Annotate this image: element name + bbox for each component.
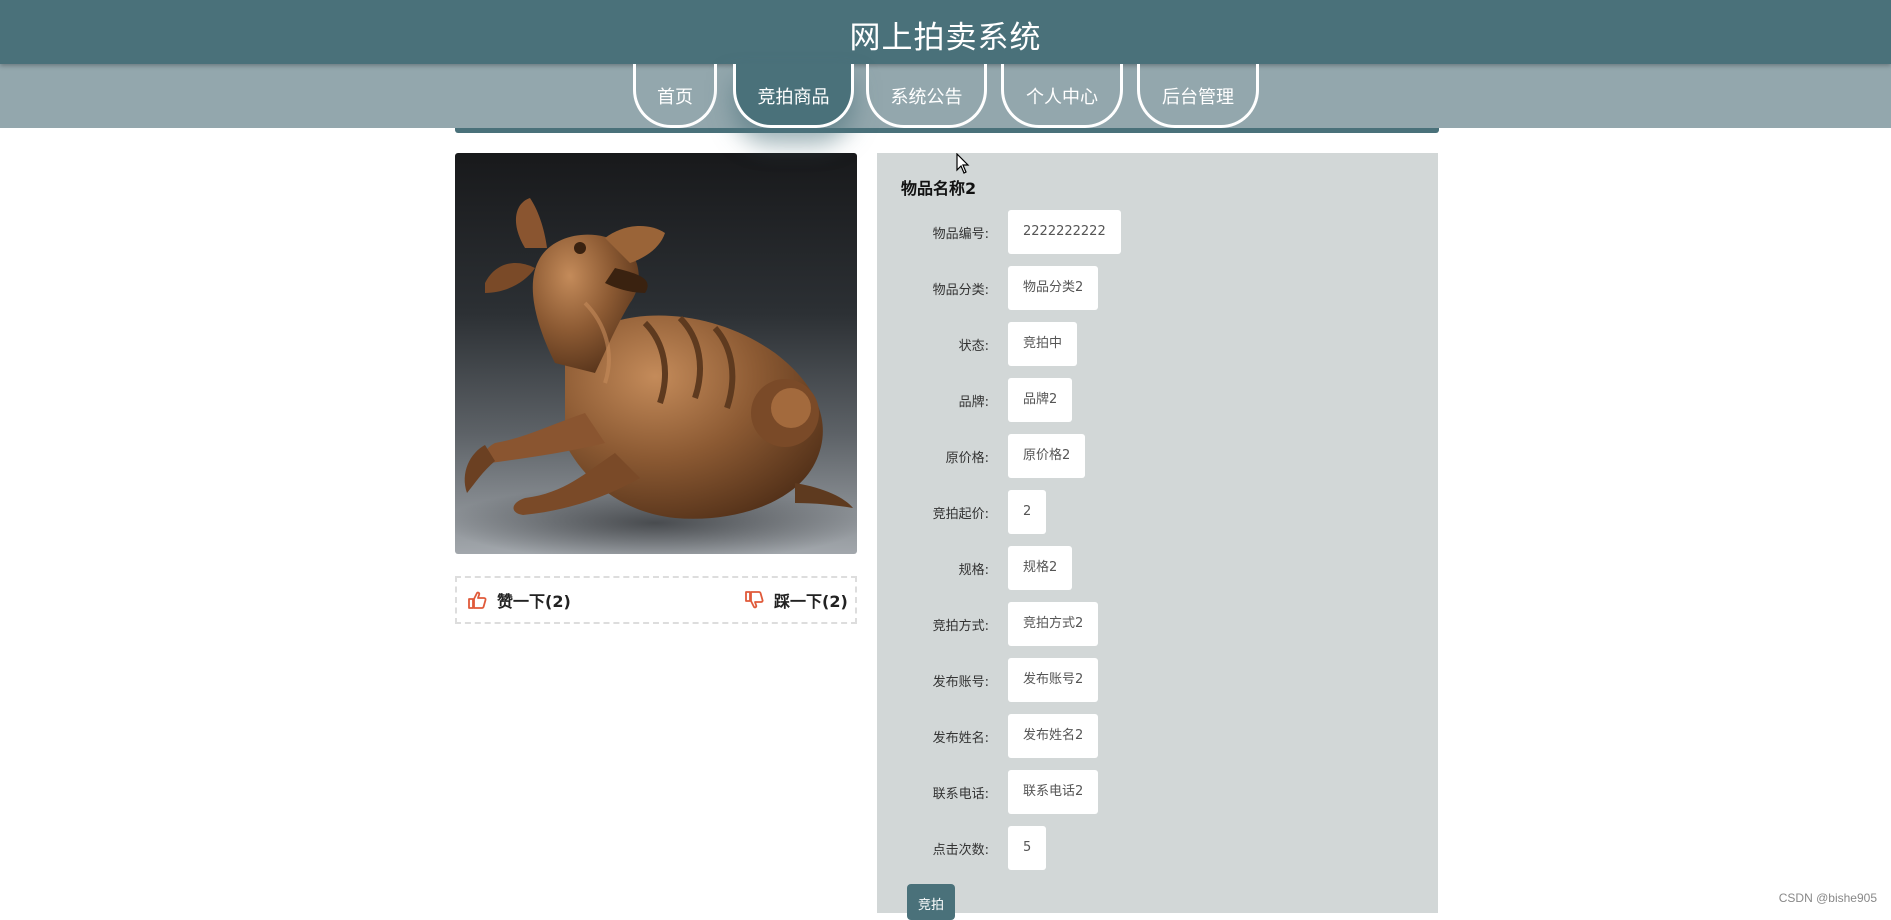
field-row-status: 状态: 竞拍中 bbox=[877, 322, 1438, 366]
field-value: 发布账号2 bbox=[1008, 658, 1099, 702]
field-label: 原价格: bbox=[945, 451, 989, 466]
field-label: 发布姓名: bbox=[932, 731, 989, 746]
nav-item-auction-goods[interactable]: 竞拍商品 bbox=[733, 64, 854, 128]
nav-item-personal-center[interactable]: 个人中心 bbox=[1001, 64, 1123, 128]
field-value: 原价格2 bbox=[1008, 434, 1086, 478]
field-row-auction-method: 竞拍方式: 竞拍方式2 bbox=[877, 602, 1438, 646]
thumbs-down-icon bbox=[745, 591, 764, 609]
field-value: 品牌2 bbox=[1008, 378, 1073, 422]
thumbs-up-icon bbox=[468, 591, 487, 609]
field-label: 发布账号: bbox=[932, 675, 989, 690]
dislike-button[interactable]: 踩一下(2) bbox=[744, 588, 848, 612]
field-label: 品牌: bbox=[958, 395, 989, 410]
field-row-starting-price: 竞拍起价: 2 bbox=[877, 490, 1438, 534]
field-label: 竞拍方式: bbox=[932, 619, 989, 634]
field-row-click-count: 点击次数: 5 bbox=[877, 826, 1438, 870]
field-label: 规格: bbox=[958, 563, 989, 578]
mouse-cursor-icon bbox=[956, 153, 970, 174]
field-label: 状态: bbox=[958, 339, 989, 354]
field-value: 规格2 bbox=[1008, 546, 1073, 590]
dislike-label: 踩一下(2) bbox=[774, 592, 848, 611]
field-value: 发布姓名2 bbox=[1008, 714, 1099, 758]
field-value: 联系电话2 bbox=[1008, 770, 1099, 814]
field-row-publisher-account: 发布账号: 发布账号2 bbox=[877, 658, 1438, 702]
field-row-specification: 规格: 规格2 bbox=[877, 546, 1438, 590]
site-title: 网上拍卖系统 bbox=[849, 20, 1042, 56]
site-header: 网上拍卖系统 bbox=[0, 0, 1891, 64]
bronze-pixiu-statue-image bbox=[455, 153, 857, 554]
field-row-item-number: 物品编号: 2222222222 bbox=[877, 210, 1438, 254]
field-label: 点击次数: bbox=[932, 843, 989, 858]
field-row-publisher-name: 发布姓名: 发布姓名2 bbox=[877, 714, 1438, 758]
field-value: 物品分类2 bbox=[1008, 266, 1099, 310]
field-value: 2 bbox=[1008, 490, 1047, 534]
watermark: CSDN @bishe905 bbox=[1778, 891, 1877, 905]
field-row-category: 物品分类: 物品分类2 bbox=[877, 266, 1438, 310]
field-value: 5 bbox=[1008, 826, 1047, 870]
field-value: 2222222222 bbox=[1008, 210, 1121, 254]
field-value: 竞拍方式2 bbox=[1008, 602, 1099, 646]
nav-item-announcements[interactable]: 系统公告 bbox=[866, 64, 987, 128]
item-name: 物品名称2 bbox=[901, 179, 977, 198]
bid-button[interactable]: 竞拍 bbox=[907, 884, 955, 920]
field-row-original-price: 原价格: 原价格2 bbox=[877, 434, 1438, 478]
like-label: 赞一下(2) bbox=[497, 592, 571, 611]
like-button[interactable]: 赞一下(2) bbox=[467, 588, 571, 612]
nav-item-admin[interactable]: 后台管理 bbox=[1137, 64, 1259, 128]
product-image[interactable] bbox=[455, 153, 857, 554]
field-row-phone: 联系电话: 联系电话2 bbox=[877, 770, 1438, 814]
field-row-brand: 品牌: 品牌2 bbox=[877, 378, 1438, 422]
field-label: 竞拍起价: bbox=[932, 507, 989, 522]
vote-box: 赞一下(2) 踩一下(2) bbox=[455, 576, 857, 624]
field-label: 物品编号: bbox=[932, 227, 989, 242]
field-label: 联系电话: bbox=[932, 787, 989, 802]
field-value: 竞拍中 bbox=[1008, 322, 1078, 366]
detail-panel: 物品名称2 物品编号: 2222222222 物品分类: 物品分类2 状态: 竞… bbox=[877, 153, 1438, 920]
field-label: 物品分类: bbox=[932, 283, 989, 298]
nav-underline bbox=[455, 128, 1439, 133]
